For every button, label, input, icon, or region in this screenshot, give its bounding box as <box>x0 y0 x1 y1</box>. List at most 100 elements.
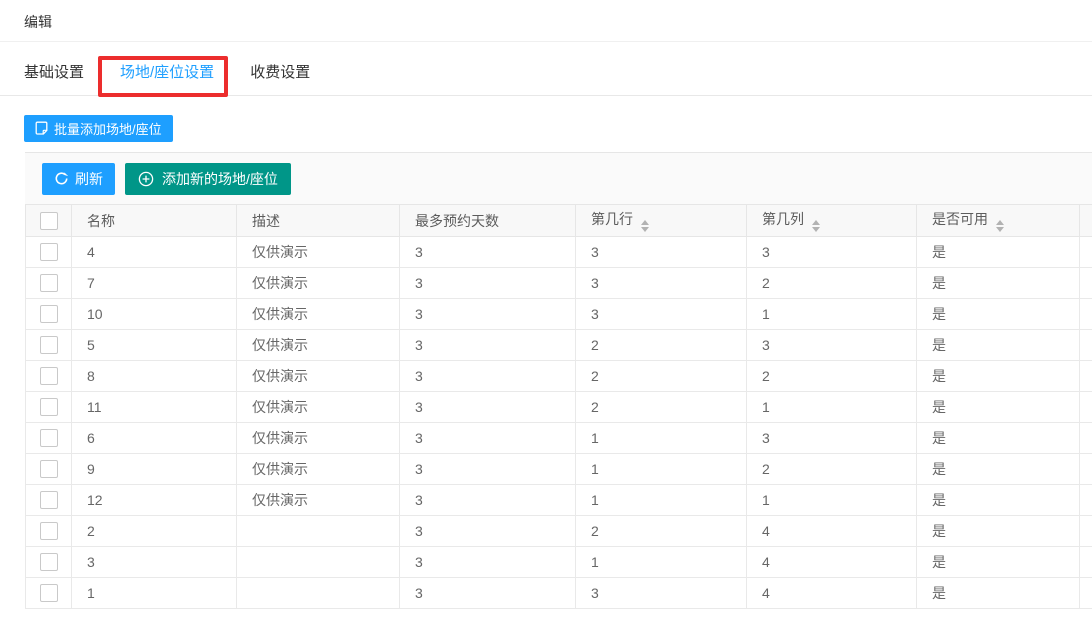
row-checkbox[interactable] <box>40 553 58 571</box>
sort-icon[interactable] <box>812 220 820 232</box>
cell-col-number: 3 <box>747 423 917 454</box>
column-header-available-label: 是否可用 <box>932 211 988 227</box>
cell-extra <box>1080 299 1092 330</box>
cell-available: 是 <box>917 454 1080 485</box>
tab-venue-seat-settings[interactable]: 场地/座位设置 <box>120 48 214 95</box>
cell-available: 是 <box>917 392 1080 423</box>
cell-col-number: 3 <box>747 237 917 268</box>
table-row: 2324是 <box>26 516 1092 547</box>
row-checkbox-cell <box>26 578 72 609</box>
cell-name: 5 <box>72 330 237 361</box>
row-checkbox[interactable] <box>40 522 58 540</box>
cell-row-number: 3 <box>576 268 747 299</box>
cell-extra <box>1080 392 1092 423</box>
cell-col-number: 4 <box>747 516 917 547</box>
row-checkbox[interactable] <box>40 243 58 261</box>
row-checkbox-cell <box>26 516 72 547</box>
cell-name: 6 <box>72 423 237 454</box>
row-checkbox[interactable] <box>40 367 58 385</box>
table-row: 10仅供演示331是 <box>26 299 1092 330</box>
cell-extra <box>1080 578 1092 609</box>
cell-extra <box>1080 423 1092 454</box>
cell-available: 是 <box>917 423 1080 454</box>
row-checkbox-cell <box>26 299 72 330</box>
row-checkbox-cell <box>26 485 72 516</box>
cell-col-number: 2 <box>747 268 917 299</box>
cell-max-days: 3 <box>400 485 576 516</box>
table-row: 1334是 <box>26 578 1092 609</box>
cell-available: 是 <box>917 299 1080 330</box>
row-checkbox[interactable] <box>40 336 58 354</box>
cell-row-number: 2 <box>576 330 747 361</box>
column-header-row-number: 第几行 <box>576 205 747 237</box>
cell-available: 是 <box>917 237 1080 268</box>
cell-name: 3 <box>72 547 237 578</box>
cell-available: 是 <box>917 547 1080 578</box>
cell-available: 是 <box>917 330 1080 361</box>
refresh-button[interactable]: 刷新 <box>42 163 115 195</box>
row-checkbox[interactable] <box>40 274 58 292</box>
column-header-available: 是否可用 <box>917 205 1080 237</box>
column-header-col-number: 第几列 <box>747 205 917 237</box>
row-checkbox[interactable] <box>40 460 58 478</box>
cell-max-days: 3 <box>400 361 576 392</box>
cell-row-number: 1 <box>576 423 747 454</box>
cell-name: 2 <box>72 516 237 547</box>
refresh-label: 刷新 <box>75 169 103 189</box>
sort-icon[interactable] <box>641 220 649 232</box>
column-header-max-days-label: 最多预约天数 <box>415 213 499 229</box>
add-new-label: 添加新的场地/座位 <box>162 169 278 189</box>
cell-description <box>237 547 400 578</box>
cell-name: 4 <box>72 237 237 268</box>
row-checkbox-cell <box>26 454 72 485</box>
table-row: 12仅供演示311是 <box>26 485 1092 516</box>
cell-available: 是 <box>917 485 1080 516</box>
cell-row-number: 1 <box>576 547 747 578</box>
cell-name: 8 <box>72 361 237 392</box>
column-header-name: 名称 <box>72 205 237 237</box>
cell-available: 是 <box>917 268 1080 299</box>
sort-icon[interactable] <box>996 220 1004 232</box>
column-header-max-days: 最多预约天数 <box>400 205 576 237</box>
caret-up-icon <box>812 220 820 225</box>
cell-name: 11 <box>72 392 237 423</box>
row-checkbox[interactable] <box>40 429 58 447</box>
row-checkbox[interactable] <box>40 584 58 602</box>
page-title: 编辑 <box>24 12 52 32</box>
tab-basic-settings[interactable]: 基础设置 <box>24 48 84 95</box>
table-row: 7仅供演示332是 <box>26 268 1092 299</box>
batch-add-label: 批量添加场地/座位 <box>54 119 162 138</box>
cell-row-number: 3 <box>576 237 747 268</box>
cell-description <box>237 516 400 547</box>
cell-description: 仅供演示 <box>237 423 400 454</box>
cell-name: 7 <box>72 268 237 299</box>
cell-extra <box>1080 547 1092 578</box>
table-row: 8仅供演示322是 <box>26 361 1092 392</box>
cell-name: 1 <box>72 578 237 609</box>
table-row: 11仅供演示321是 <box>26 392 1092 423</box>
cell-col-number: 4 <box>747 547 917 578</box>
caret-down-icon <box>812 227 820 232</box>
batch-add-button[interactable]: 批量添加场地/座位 <box>24 115 173 142</box>
cell-available: 是 <box>917 361 1080 392</box>
add-new-venue-seat-button[interactable]: 添加新的场地/座位 <box>125 163 291 195</box>
row-checkbox[interactable] <box>40 305 58 323</box>
cell-row-number: 2 <box>576 392 747 423</box>
cell-max-days: 3 <box>400 516 576 547</box>
tab-fee-settings[interactable]: 收费设置 <box>250 48 310 95</box>
cell-row-number: 3 <box>576 299 747 330</box>
column-header-name-label: 名称 <box>87 213 115 229</box>
cell-col-number: 1 <box>747 299 917 330</box>
cell-description <box>237 578 400 609</box>
row-checkbox[interactable] <box>40 398 58 416</box>
cell-extra <box>1080 237 1092 268</box>
cell-description: 仅供演示 <box>237 392 400 423</box>
select-all-checkbox[interactable] <box>40 212 58 230</box>
row-checkbox-cell <box>26 547 72 578</box>
cell-description: 仅供演示 <box>237 361 400 392</box>
refresh-icon <box>54 171 69 186</box>
cell-col-number: 2 <box>747 454 917 485</box>
cell-max-days: 3 <box>400 423 576 454</box>
plus-circle-icon <box>138 171 154 187</box>
row-checkbox[interactable] <box>40 491 58 509</box>
